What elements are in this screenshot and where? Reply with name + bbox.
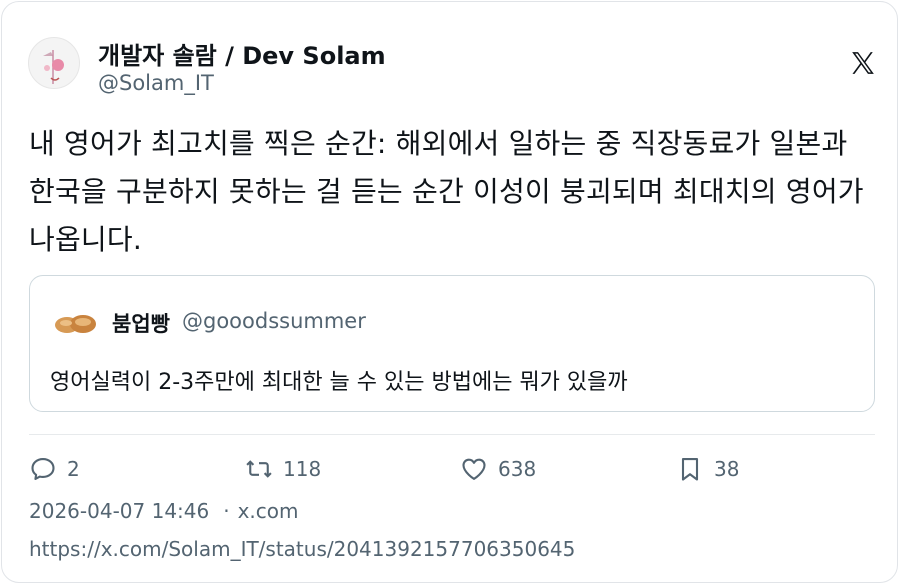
author-name[interactable]: 개발자 솔람 / Dev Solam	[98, 36, 386, 71]
quote-author-handle[interactable]: @gooodssummer	[182, 309, 366, 333]
bookmark-count: 38	[714, 457, 740, 481]
heart-icon	[462, 458, 486, 480]
quoted-tweet[interactable]: 붐업빵 @gooodssummer 영어실력이 2-3주만에 최대한 늘 수 있…	[29, 275, 875, 412]
quote-text: 영어실력이 2-3주만에 최대한 늘 수 있는 방법에는 뭐가 있을까	[50, 370, 628, 395]
source-domain[interactable]: x.com	[238, 499, 299, 523]
x-logo-icon[interactable]	[850, 50, 876, 76]
divider	[29, 434, 875, 435]
bookmark-button[interactable]: 38	[676, 454, 739, 484]
tweet-card: 개발자 솔람 / Dev Solam @Solam_IT 내 영어가 최고치를 …	[1, 1, 898, 583]
tweet-meta: 2026-04-07 14:46 · x.com	[29, 499, 299, 523]
quote-avatar[interactable]	[50, 298, 100, 348]
meta-separator: ·	[223, 499, 230, 523]
tweet-text: 내 영어가 최고치를 찍은 순간: 해외에서 일하는 중 직장동료가 일본과 한…	[29, 127, 864, 256]
timestamp[interactable]: 2026-04-07 14:46	[29, 499, 209, 523]
author-avatar[interactable]	[28, 37, 80, 89]
quote-author-name[interactable]: 붐업빵	[112, 308, 170, 338]
like-button[interactable]: 638	[460, 454, 536, 484]
repost-button[interactable]: 118	[245, 454, 321, 484]
author-handle[interactable]: @Solam_IT	[98, 71, 214, 95]
reply-count: 2	[67, 457, 80, 481]
bookmark-icon	[681, 458, 699, 481]
reply-button[interactable]: 2	[29, 454, 80, 484]
repost-icon	[246, 460, 272, 478]
repost-count: 118	[283, 457, 322, 481]
tweet-url[interactable]: https://x.com/Solam_IT/status/2041392157…	[29, 537, 575, 561]
comment-icon	[31, 458, 55, 480]
like-count: 638	[498, 457, 537, 481]
